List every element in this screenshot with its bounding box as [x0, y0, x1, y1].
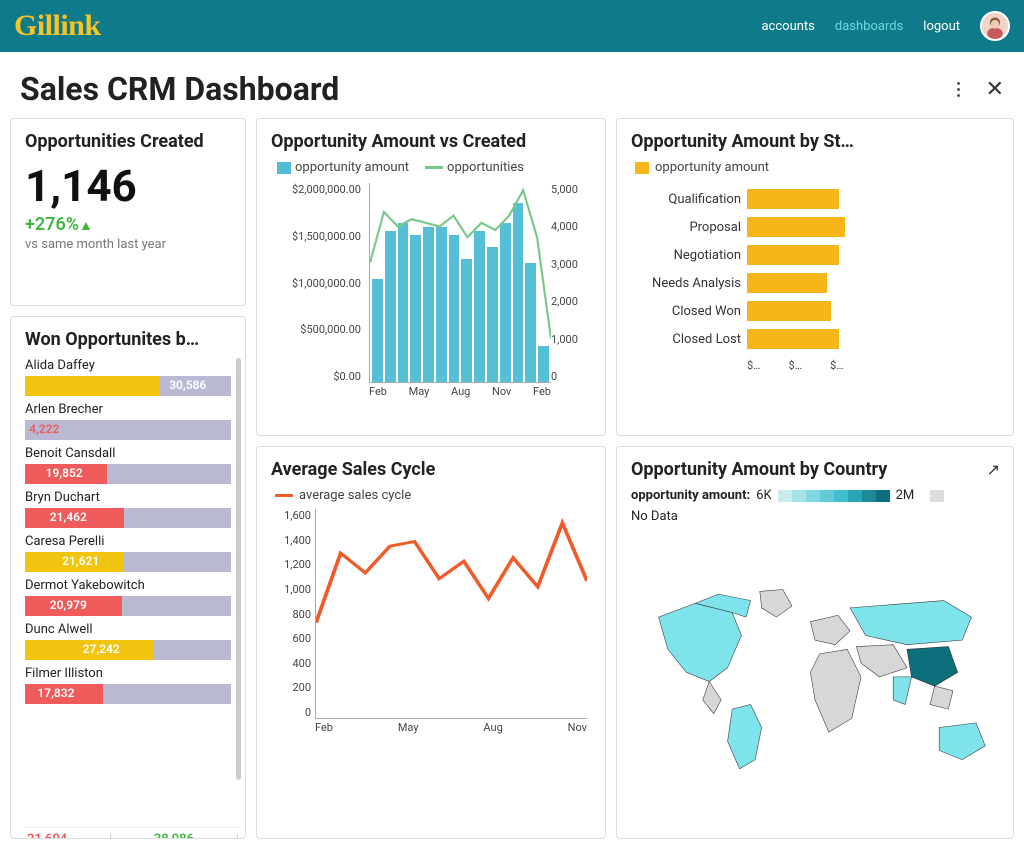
brand-logo[interactable]: Gillink — [14, 9, 101, 43]
nav-accounts[interactable]: accounts — [761, 19, 814, 34]
world-map[interactable] — [631, 528, 999, 835]
combo-chart: $2,000,000.00$1,500,000.00$1,000,000.00$… — [279, 183, 591, 403]
page-title: Sales CRM Dashboard — [20, 70, 339, 108]
list-item[interactable]: Bryn Duchart 21,462 — [25, 490, 231, 528]
avatar[interactable] — [980, 11, 1010, 41]
kpi-caption: vs same month last year — [25, 237, 231, 252]
nav-logout[interactable]: logout — [923, 19, 960, 34]
expand-icon[interactable]: ↗ — [987, 460, 1000, 479]
cycle-title: Average Sales Cycle — [271, 459, 591, 480]
stage-title: Opportunity Amount by St… — [631, 131, 999, 152]
map-title: Opportunity Amount by Country — [631, 459, 999, 480]
top-nav: accounts dashboards logout — [761, 11, 1010, 41]
card-opportunity-amount-vs-created[interactable]: Opportunity Amount vs Created opportunit… — [256, 118, 606, 436]
card-opportunity-amount-by-country[interactable]: ↗ Opportunity Amount by Country opportun… — [616, 446, 1014, 839]
title-bar: Sales CRM Dashboard ✕ — [0, 52, 1024, 118]
combo-legend: opportunity amount opportunities — [277, 160, 591, 175]
list-item[interactable]: Dermot Yakebowitch 20,979 — [25, 578, 231, 616]
combo-title: Opportunity Amount vs Created — [271, 131, 591, 152]
cycle-legend: average sales cycle — [275, 488, 591, 503]
more-menu-icon[interactable] — [953, 78, 964, 101]
card-opportunity-amount-by-stage[interactable]: Opportunity Amount by St… opportunity am… — [616, 118, 1014, 436]
list-item[interactable]: Dunc Alwell 27,242 — [25, 622, 231, 660]
won-footer: 21,604 | 38,986 | — [25, 827, 241, 839]
stage-x-axis: $…$…$… — [631, 359, 999, 372]
list-item[interactable]: Filmer Illiston 17,832 — [25, 666, 231, 704]
app-header: Gillink accounts dashboards logout — [0, 0, 1024, 52]
list-item[interactable]: Caresa Perelli 21,621 — [25, 534, 231, 572]
nav-dashboards[interactable]: dashboards — [835, 19, 903, 34]
stage-legend: opportunity amount — [635, 160, 999, 175]
card-opportunities-created[interactable]: Opportunities Created 1,146 +276%▲ vs sa… — [10, 118, 246, 306]
card-won-opportunities[interactable]: Won Opportunites b… Alida Daffey 30,586 … — [10, 316, 246, 839]
kpi-delta: +276%▲ — [25, 214, 231, 235]
kpi-title: Opportunities Created — [25, 131, 231, 152]
list-item[interactable]: Arlen Brecher 4,222 — [25, 402, 231, 440]
won-list[interactable]: Alida Daffey 30,586 Arlen Brecher 4,222 … — [25, 358, 241, 827]
stage-rows: QualificationProposalNegotiationNeeds An… — [631, 185, 999, 353]
map-legend: opportunity amount: 6K 2M No Data — [631, 488, 999, 524]
card-average-sales-cycle[interactable]: Average Sales Cycle average sales cycle … — [256, 446, 606, 839]
close-icon[interactable]: ✕ — [986, 77, 1004, 102]
list-item[interactable]: Benoit Cansdall 19,852 — [25, 446, 231, 484]
cycle-chart: 1,6001,4001,2001,0008006004002000 FebMay… — [271, 509, 591, 739]
won-title: Won Opportunites b… — [25, 329, 241, 350]
list-item[interactable]: Alida Daffey 30,586 — [25, 358, 231, 396]
kpi-value: 1,146 — [25, 160, 231, 212]
